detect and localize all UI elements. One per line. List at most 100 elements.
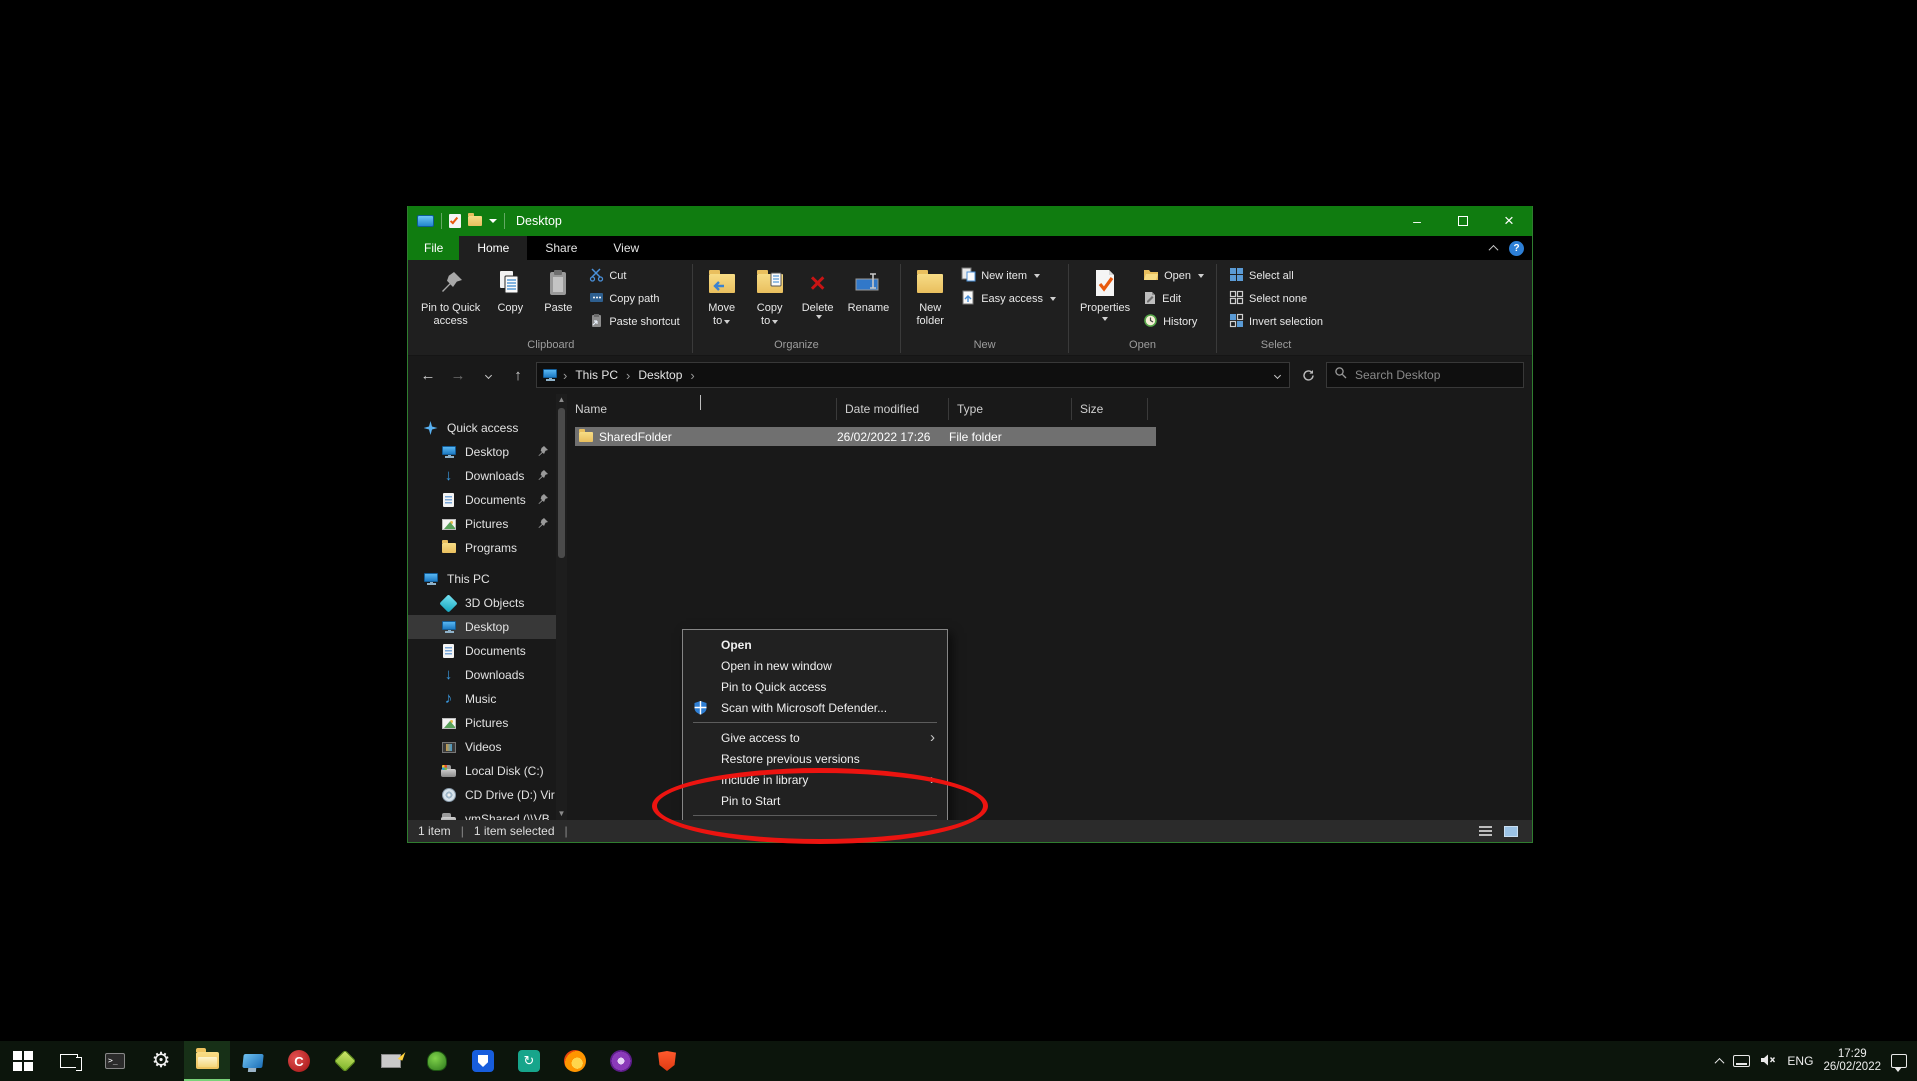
- file-row-sharedfolder[interactable]: SharedFolder 26/02/2022 17:26 File folde…: [575, 427, 1156, 446]
- column-header-name[interactable]: Name: [567, 398, 837, 420]
- sidebar-item-local-disk-c[interactable]: Local Disk (C:): [408, 759, 556, 783]
- history-button[interactable]: History: [1137, 311, 1210, 333]
- tab-share[interactable]: Share: [527, 236, 595, 260]
- bitwarden-app-button[interactable]: [460, 1041, 506, 1081]
- select-none-button[interactable]: Select none: [1223, 288, 1329, 310]
- breadcrumb-desktop[interactable]: Desktop: [636, 368, 684, 382]
- forward-button[interactable]: →: [446, 363, 470, 387]
- task-view-button[interactable]: [46, 1041, 92, 1081]
- qat-customize-chevron-icon[interactable]: [489, 219, 497, 223]
- sidebar-item-downloads-pinned[interactable]: ↓ Downloads: [408, 464, 556, 488]
- terminal-app-button[interactable]: >_: [92, 1041, 138, 1081]
- start-button[interactable]: [0, 1041, 46, 1081]
- remote-desktop-app-button[interactable]: [230, 1041, 276, 1081]
- new-item-button[interactable]: New item: [955, 265, 1062, 287]
- menu-item-include-in-library[interactable]: Include in library›: [683, 769, 947, 790]
- virtualbox-app-button[interactable]: [322, 1041, 368, 1081]
- touch-keyboard-icon[interactable]: [1733, 1055, 1750, 1067]
- settings-app-button[interactable]: ⚙: [138, 1041, 184, 1081]
- close-button[interactable]: ×: [1486, 206, 1532, 236]
- scroll-down-icon[interactable]: ▼: [556, 808, 567, 820]
- scroll-up-icon[interactable]: ▲: [556, 394, 567, 406]
- sidebar-item-pictures-pinned[interactable]: Pictures: [408, 512, 556, 536]
- cut-button[interactable]: Cut: [583, 265, 685, 287]
- minimize-button[interactable]: –: [1394, 206, 1440, 236]
- details-view-button[interactable]: [1474, 822, 1496, 840]
- clock[interactable]: 17:29 26/02/2022: [1823, 1048, 1881, 1074]
- breadcrumb-this-pc[interactable]: This PC: [573, 368, 620, 382]
- back-button[interactable]: ←: [416, 363, 440, 387]
- paste-button[interactable]: Paste: [535, 263, 581, 337]
- properties-button[interactable]: Properties: [1075, 263, 1135, 337]
- qat-new-folder-icon[interactable]: [468, 216, 482, 226]
- maximize-button[interactable]: [1440, 206, 1486, 236]
- collapse-ribbon-icon[interactable]: [1489, 244, 1499, 254]
- move-to-button[interactable]: Move to: [699, 263, 745, 337]
- tab-file[interactable]: File: [408, 236, 459, 260]
- sidebar-item-3d-objects[interactable]: 3D Objects: [408, 591, 556, 615]
- search-input[interactable]: [1353, 367, 1516, 383]
- sidebar-item-desktop-pinned[interactable]: Desktop: [408, 440, 556, 464]
- system-tool-app-button[interactable]: [368, 1041, 414, 1081]
- search-box[interactable]: [1326, 362, 1524, 388]
- refresh-button[interactable]: [1296, 363, 1320, 387]
- paste-shortcut-button[interactable]: Paste shortcut: [583, 311, 685, 333]
- file-explorer-app-button[interactable]: [184, 1041, 230, 1081]
- up-button[interactable]: ↑: [506, 363, 530, 387]
- ccleaner-app-button[interactable]: C: [276, 1041, 322, 1081]
- sidebar-item-documents[interactable]: Documents: [408, 639, 556, 663]
- invert-selection-button[interactable]: Invert selection: [1223, 311, 1329, 333]
- tor-browser-app-button[interactable]: [598, 1041, 644, 1081]
- column-header-date-modified[interactable]: Date modified: [837, 398, 949, 420]
- sidebar-item-cd-drive-d[interactable]: CD Drive (D:) Vir: [408, 783, 556, 807]
- tray-show-hidden-icons-chevron[interactable]: [1716, 1058, 1723, 1065]
- sidebar-item-quick-access[interactable]: Quick access: [408, 416, 556, 440]
- brave-app-button[interactable]: [644, 1041, 690, 1081]
- menu-item-give-access-to[interactable]: Give access to›: [683, 727, 947, 748]
- select-all-button[interactable]: Select all: [1223, 265, 1329, 287]
- column-header-size[interactable]: Size: [1072, 398, 1148, 420]
- menu-item-scan-with-defender[interactable]: Scan with Microsoft Defender...: [683, 697, 947, 718]
- edit-button[interactable]: Edit: [1137, 288, 1210, 310]
- sidebar-item-programs[interactable]: Programs: [408, 536, 556, 560]
- sidebar-item-pictures[interactable]: Pictures: [408, 711, 556, 735]
- rename-button[interactable]: Rename: [843, 263, 895, 337]
- menu-item-restore-previous-versions[interactable]: Restore previous versions: [683, 748, 947, 769]
- menu-item-open[interactable]: Open: [683, 634, 947, 655]
- help-icon[interactable]: ?: [1509, 241, 1524, 256]
- scrollbar-thumb[interactable]: [558, 408, 565, 558]
- input-language-indicator[interactable]: ENG: [1787, 1054, 1813, 1068]
- sidebar-item-desktop-selected[interactable]: Desktop: [408, 615, 556, 639]
- recent-locations-chevron-icon[interactable]: [476, 363, 500, 387]
- menu-item-open-in-new-window[interactable]: Open in new window: [683, 655, 947, 676]
- sidebar-item-downloads[interactable]: ↓ Downloads: [408, 663, 556, 687]
- sidebar-item-videos[interactable]: Videos: [408, 735, 556, 759]
- copy-to-button[interactable]: Copy to: [747, 263, 793, 337]
- action-center-icon[interactable]: [1891, 1054, 1907, 1068]
- sidebar-item-vmshared[interactable]: vmShared (\\VB: [408, 807, 556, 820]
- menu-item-pin-to-start[interactable]: Pin to Start: [683, 790, 947, 811]
- copy-path-button[interactable]: Copy path: [583, 288, 685, 310]
- tab-home[interactable]: Home: [459, 236, 527, 260]
- sidebar-scrollbar[interactable]: ▲ ▼: [556, 394, 567, 820]
- exploit-tool-app-button[interactable]: [414, 1041, 460, 1081]
- address-dropdown-chevron-icon[interactable]: [1274, 371, 1281, 378]
- speaker-muted-icon[interactable]: [1760, 1053, 1777, 1070]
- new-folder-button[interactable]: New folder: [907, 263, 953, 337]
- pin-to-quick-access-button[interactable]: Pin to Quick access: [416, 263, 485, 337]
- sidebar-item-this-pc[interactable]: This PC: [408, 567, 556, 591]
- column-header-type[interactable]: Type: [949, 398, 1072, 420]
- open-button[interactable]: Open: [1137, 265, 1210, 287]
- large-icons-view-button[interactable]: [1500, 822, 1522, 840]
- sidebar-item-music[interactable]: ♪ Music: [408, 687, 556, 711]
- sidebar-item-documents-pinned[interactable]: Documents: [408, 488, 556, 512]
- menu-item-pin-to-quick-access[interactable]: Pin to Quick access: [683, 676, 947, 697]
- firefox-app-button[interactable]: [552, 1041, 598, 1081]
- easy-access-button[interactable]: Easy access: [955, 288, 1062, 310]
- qat-properties-icon[interactable]: [449, 214, 461, 228]
- copy-button[interactable]: Copy: [487, 263, 533, 337]
- delete-button[interactable]: × Delete: [795, 263, 841, 337]
- tab-view[interactable]: View: [595, 236, 657, 260]
- address-bar[interactable]: › This PC › Desktop ›: [536, 362, 1290, 388]
- sync-app-button[interactable]: ↻: [506, 1041, 552, 1081]
